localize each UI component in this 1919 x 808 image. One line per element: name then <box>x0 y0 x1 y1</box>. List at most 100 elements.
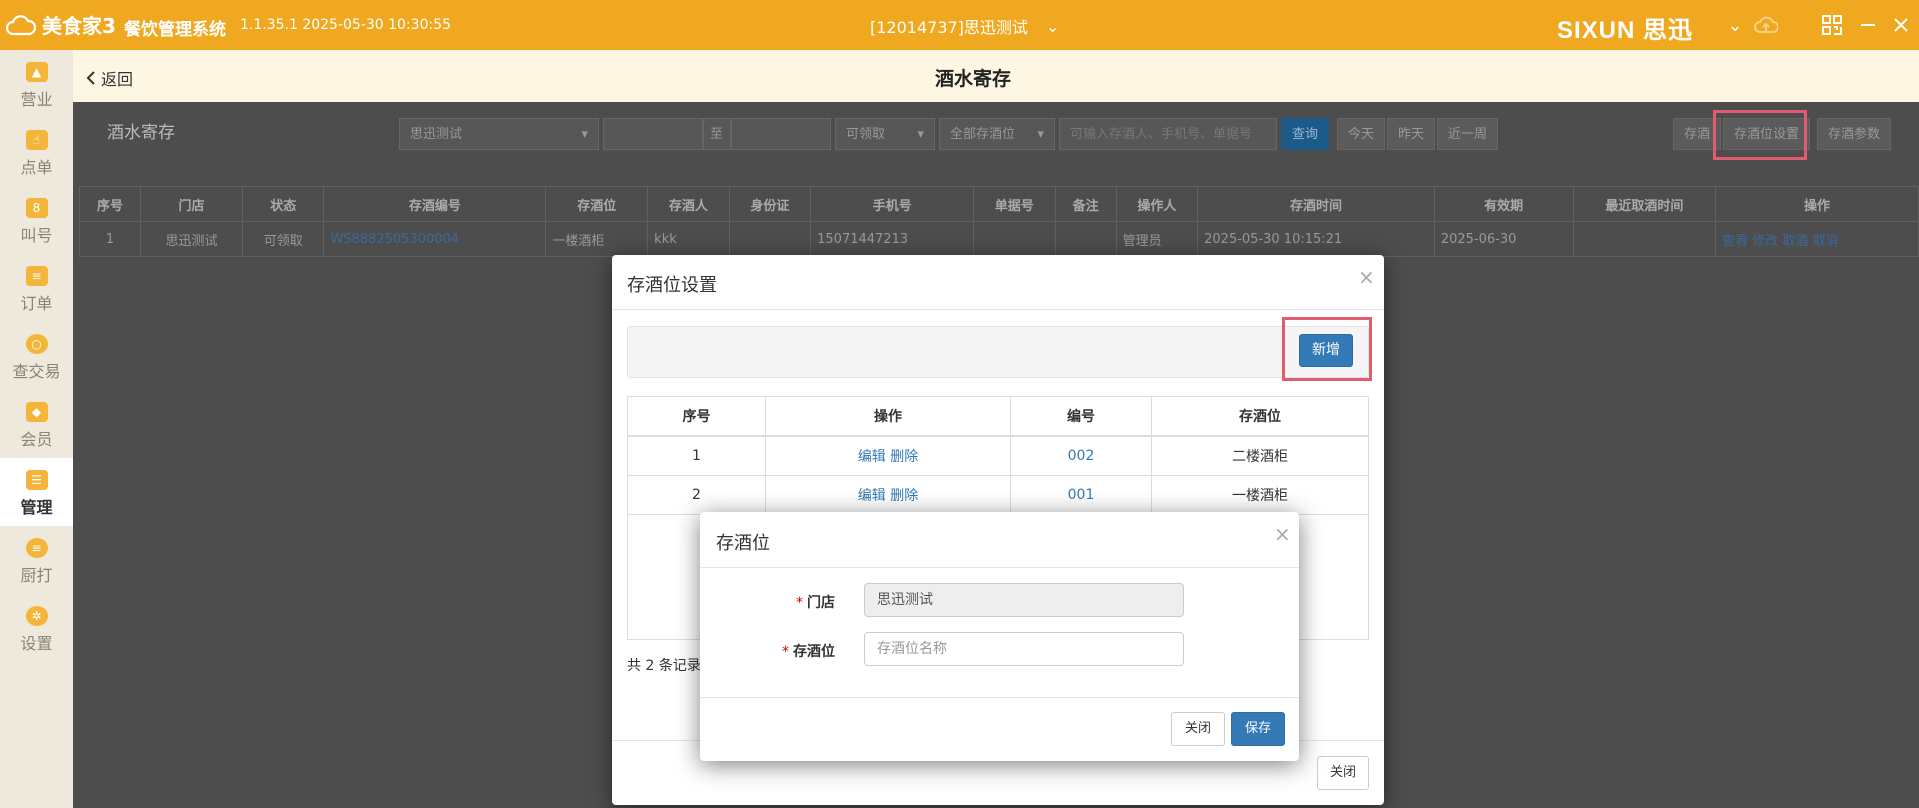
edit-link[interactable]: 编辑 <box>858 449 886 465</box>
start-date-input[interactable] <box>603 118 703 150</box>
delete-link[interactable]: 删除 <box>890 449 918 465</box>
sidebar-item-label: 查交易 <box>12 362 61 381</box>
position-select[interactable]: 全部存酒位 ▾ <box>939 118 1055 150</box>
sidebar-item-transactions[interactable]: ○ 查交易 <box>0 322 73 390</box>
sidebar: ▲ 营业 ☝ 点单 8 叫号 ≡ 订单 ○ 查交易 ◆ 会员 ☰ 管理 ≡ 厨打 ✲ 设置 <box>0 50 73 808</box>
cell: 思迅测试 <box>140 221 243 257</box>
required-mark: * <box>782 644 789 660</box>
sidebar-item-settings[interactable]: ✲ 设置 <box>0 594 73 662</box>
system-name: 餐饮管理系统 <box>124 20 226 40</box>
app-logo: 美食家3 <box>6 10 116 39</box>
qrcode-icon[interactable] <box>1819 12 1845 38</box>
position-label-text: 存酒位 <box>793 644 835 660</box>
close-icon[interactable]: × <box>1274 522 1291 546</box>
title-bar: 美食家3 餐饮管理系统 1.1.35.1 2025-05-30 10:30:55… <box>0 0 1919 50</box>
modal-header: 存酒位 × <box>700 512 1299 568</box>
highlight-box <box>1713 110 1807 160</box>
col-header: 编号 <box>1010 396 1152 437</box>
positions-table: 序号 操作 编号 存酒位 1 编辑 删除 002 二楼酒柜 2 编辑 删除 00… <box>627 396 1369 515</box>
page-header: 返回 酒水寄存 <box>73 50 1919 102</box>
sidebar-item-business[interactable]: ▲ 营业 <box>0 50 73 118</box>
cell: 1 <box>78 221 142 257</box>
cell <box>1054 221 1117 257</box>
storage-code-link[interactable]: WS8882505300004 <box>323 221 547 257</box>
sidebar-item-manage[interactable]: ☰ 管理 <box>0 458 73 526</box>
section-title: 酒水寄存 <box>107 123 175 143</box>
page-title: 酒水寄存 <box>934 68 1011 90</box>
close-icon[interactable]: × <box>1358 265 1375 289</box>
cloud-upload-icon[interactable] <box>1753 12 1779 38</box>
params-button[interactable]: 存酒参数 <box>1817 118 1892 150</box>
cell: 一楼酒柜 <box>545 221 649 257</box>
required-mark: * <box>796 595 803 611</box>
col-header: 操作人 <box>1115 186 1199 222</box>
col-header: 单据号 <box>973 186 1056 222</box>
sidebar-item-member[interactable]: ◆ 会员 <box>0 390 73 458</box>
sidebar-item-label: 厨打 <box>20 566 53 585</box>
cell: 二楼酒柜 <box>1151 435 1369 476</box>
cell: 2025-06-30 <box>1433 221 1574 257</box>
modal-title: 存酒位 <box>716 533 770 554</box>
status-select-value: 可领取 <box>846 127 886 142</box>
cell: 15071447213 <box>810 221 975 257</box>
search-input[interactable]: 可输入存酒人、手机号、单据号 <box>1059 118 1277 150</box>
row-actions[interactable]: 查看 修改 取酒 取消 <box>1715 221 1919 257</box>
close-button[interactable]: 关闭 <box>1171 712 1225 746</box>
col-header: 手机号 <box>810 186 975 222</box>
yesterday-button[interactable]: 昨天 <box>1387 118 1436 150</box>
version-text: 1.1.35.1 2025-05-30 10:30:55 <box>240 17 452 33</box>
close-icon[interactable] <box>1888 12 1914 38</box>
row-actions: 编辑 删除 <box>765 435 1011 476</box>
col-header: 存酒位 <box>1151 396 1369 437</box>
col-header: 存酒时间 <box>1197 186 1435 222</box>
position-name-input[interactable]: 存酒位名称 <box>864 632 1184 666</box>
modal-header: 存酒位设置 × <box>612 255 1384 310</box>
col-header: 门店 <box>140 186 243 222</box>
number-icon: 8 <box>25 198 48 218</box>
end-date-input[interactable] <box>731 118 831 150</box>
col-header: 操作 <box>765 396 1011 437</box>
code-link[interactable]: 002 <box>1068 448 1095 464</box>
store-field: 思迅测试 <box>864 583 1184 617</box>
cell: 管理员 <box>1115 221 1199 257</box>
cell <box>973 221 1056 257</box>
store-label: * 门店 <box>735 592 835 612</box>
store-switcher[interactable]: [12014737]思迅测试 ⌄ <box>870 14 1059 38</box>
cell: 可领取 <box>241 221 325 257</box>
sidebar-item-label: 会员 <box>20 430 53 449</box>
status-select[interactable]: 可领取 ▾ <box>835 118 935 150</box>
cell: 2 <box>627 475 766 515</box>
modal-title: 存酒位设置 <box>627 275 717 296</box>
shop-icon: ▲ <box>25 62 48 82</box>
code-link[interactable]: 001 <box>1068 487 1095 503</box>
position-label: * 存酒位 <box>735 641 835 661</box>
position-edit-modal: 存酒位 × * 门店 思迅测试 * 存酒位 存酒位名称 关闭 保存 <box>700 512 1299 761</box>
sidebar-item-kitchen-print[interactable]: ≡ 厨打 <box>0 526 73 594</box>
chevron-down-icon[interactable]: ⌄ <box>1722 12 1748 38</box>
sidebar-item-label: 订单 <box>20 294 53 313</box>
table-header-row: 序号 门店 状态 存酒编号 存酒位 存酒人 身份证 手机号 单据号 备注 操作人… <box>78 186 1919 222</box>
store-select[interactable]: 思迅测试 ▾ <box>399 118 599 150</box>
sidebar-item-call-number[interactable]: 8 叫号 <box>0 186 73 254</box>
delete-link[interactable]: 删除 <box>890 488 918 504</box>
date-separator: 至 <box>703 118 731 150</box>
col-header: 存酒人 <box>647 186 730 222</box>
toolbar <box>627 326 1369 378</box>
edit-link[interactable]: 编辑 <box>858 488 886 504</box>
save-button[interactable]: 保存 <box>1231 712 1285 746</box>
last-week-button[interactable]: 近一周 <box>1437 118 1499 150</box>
today-button[interactable]: 今天 <box>1337 118 1386 150</box>
sidebar-item-order[interactable]: ☝ 点单 <box>0 118 73 186</box>
record-count: 共 2 条记录 <box>627 658 701 674</box>
search-icon: ○ <box>25 334 48 354</box>
table-header-row: 序号 操作 编号 存酒位 <box>627 396 1369 437</box>
add-button[interactable]: 新增 <box>1299 334 1353 367</box>
sidebar-item-orders[interactable]: ≡ 订单 <box>0 254 73 322</box>
hand-icon: ☝ <box>25 130 48 150</box>
minimize-icon[interactable] <box>1855 12 1881 38</box>
chevron-down-icon: ⌄ <box>1045 16 1060 36</box>
close-button[interactable]: 关闭 <box>1317 756 1369 790</box>
query-button[interactable]: 查询 <box>1281 118 1330 150</box>
store-name: [12014737]思迅测试 <box>870 18 1028 37</box>
sidebar-item-label: 管理 <box>20 498 53 517</box>
